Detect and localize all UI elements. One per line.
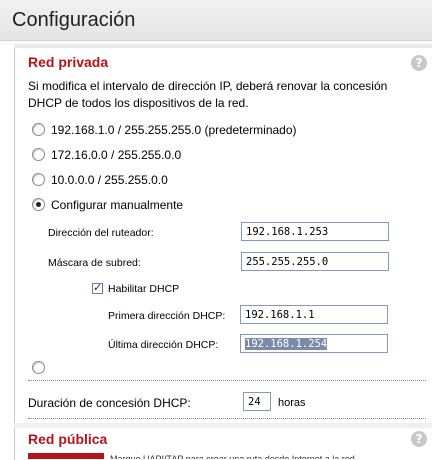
private-network-title: Red privada (28, 54, 109, 70)
first-dhcp-input[interactable]: 192.168.1.1 (240, 305, 388, 324)
radio-button-selected[interactable] (32, 198, 45, 212)
radio-option-extra[interactable] (32, 360, 51, 376)
private-network-description: Si modifica el intervalo de dirección IP… (28, 79, 388, 110)
lease-duration-input[interactable]: 24 (243, 392, 271, 411)
radio-label: Configurar manualmente (51, 198, 184, 212)
radio-label: 192.168.1.0 / 255.255.255.0 (predetermin… (51, 123, 297, 137)
subnet-mask-input[interactable]: 255.255.255.0 (241, 252, 389, 271)
section-band (14, 423, 432, 428)
help-icon[interactable]: ? (411, 55, 427, 71)
public-network-title: Red pública (28, 431, 108, 447)
radio-button[interactable] (32, 173, 45, 187)
radio-button[interactable] (32, 361, 45, 375)
radio-label: 10.0.0.0 / 255.255.0.0 (51, 173, 168, 187)
last-dhcp-selected-text: 192.168.1.254 (245, 338, 328, 350)
radio-label: 172.16.0.0 / 255.255.0.0 (51, 148, 182, 162)
section-divider (28, 380, 426, 381)
router-address-label: Dirección del ruteador: (48, 227, 154, 239)
radio-option-manual[interactable]: Configurar manualmente (32, 197, 183, 213)
radio-option-10-0[interactable]: 10.0.0.0 / 255.255.0.0 (32, 172, 168, 188)
radio-option-192-168[interactable]: 192.168.1.0 / 255.255.255.0 (predetermin… (32, 122, 297, 138)
radio-button[interactable] (32, 148, 45, 162)
enable-dhcp-label: Habilitar DHCP (108, 283, 180, 295)
last-dhcp-input[interactable]: 192.168.1.254 (240, 334, 388, 353)
public-network-description: Marque UAPI/TAP para crear una ruta desd… (110, 454, 355, 459)
help-icon[interactable]: ? (411, 431, 427, 447)
lease-duration-unit: horas (278, 397, 306, 409)
enable-dhcp-checkbox[interactable] (92, 281, 103, 294)
panel-top-rule (14, 44, 432, 48)
page-title: Configuración (12, 9, 136, 31)
radio-button[interactable] (32, 123, 45, 137)
last-dhcp-label: Última dirección DHCP: (108, 339, 219, 351)
lease-duration-label: Duración de concesión DHCP: (28, 396, 191, 410)
router-address-input[interactable]: 192.168.1.253 (241, 222, 389, 241)
subnet-mask-label: Máscara de subred: (48, 257, 141, 269)
radio-option-172-16[interactable]: 172.16.0.0 / 255.255.0.0 (32, 147, 181, 163)
section-divider (28, 418, 426, 419)
public-network-button[interactable] (28, 453, 104, 459)
first-dhcp-label: Primera dirección DHCP: (108, 310, 226, 322)
title-bar: Configuración (0, 0, 432, 41)
